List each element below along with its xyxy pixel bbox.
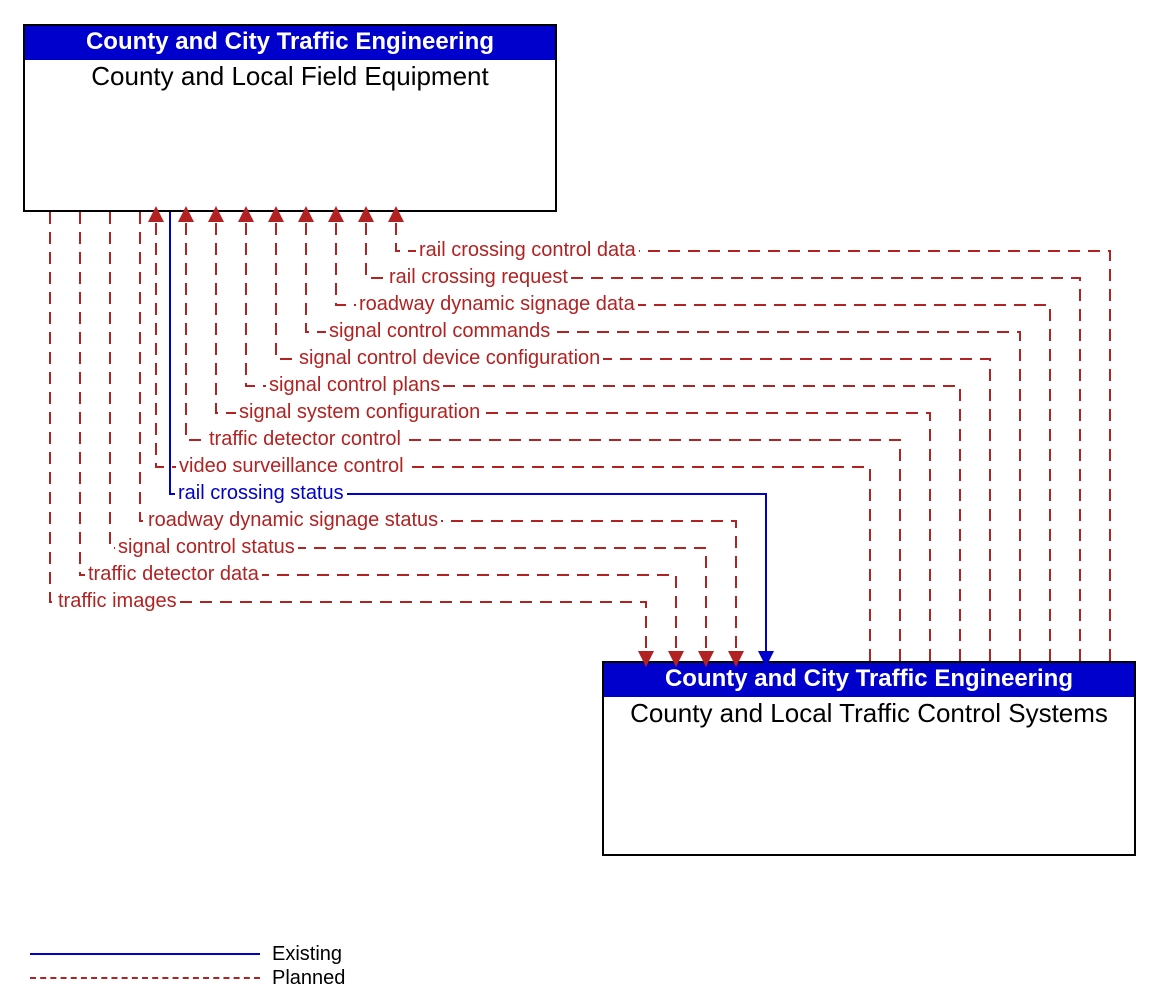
legend-planned-label: Planned	[272, 967, 345, 990]
node-field-equipment-title: County and Local Field Equipment	[25, 60, 555, 92]
legend-planned-row: Planned	[30, 966, 345, 990]
flow-label: rail crossing status	[175, 483, 347, 503]
flow-label: roadway dynamic signage data	[356, 294, 638, 314]
flow-label: rail crossing request	[386, 267, 571, 287]
flow-label: signal control device configuration	[296, 348, 603, 368]
flow-label: signal control status	[115, 537, 298, 557]
flow-label: traffic detector data	[85, 564, 262, 584]
flow-label: signal control commands	[326, 321, 553, 341]
node-field-equipment-header: County and City Traffic Engineering	[25, 26, 555, 60]
legend-existing-row: Existing	[30, 942, 345, 966]
flow-label: traffic images	[55, 591, 180, 611]
node-field-equipment: County and City Traffic Engineering Coun…	[23, 24, 557, 212]
legend-planned-line	[30, 977, 260, 979]
legend: Existing Planned	[30, 942, 345, 990]
flow-label: roadway dynamic signage status	[145, 510, 441, 530]
flow-label: video surveillance control	[176, 456, 407, 476]
flow-label: traffic detector control	[206, 429, 404, 449]
flow-label: signal control plans	[266, 375, 443, 395]
legend-existing-label: Existing	[272, 943, 342, 966]
node-traffic-control-systems: County and City Traffic Engineering Coun…	[602, 661, 1136, 856]
flow-label: signal system configuration	[236, 402, 483, 422]
node-traffic-control-systems-title: County and Local Traffic Control Systems	[604, 697, 1134, 729]
node-traffic-control-systems-header: County and City Traffic Engineering	[604, 663, 1134, 697]
legend-existing-line	[30, 953, 260, 955]
flow-label: rail crossing control data	[416, 240, 639, 260]
